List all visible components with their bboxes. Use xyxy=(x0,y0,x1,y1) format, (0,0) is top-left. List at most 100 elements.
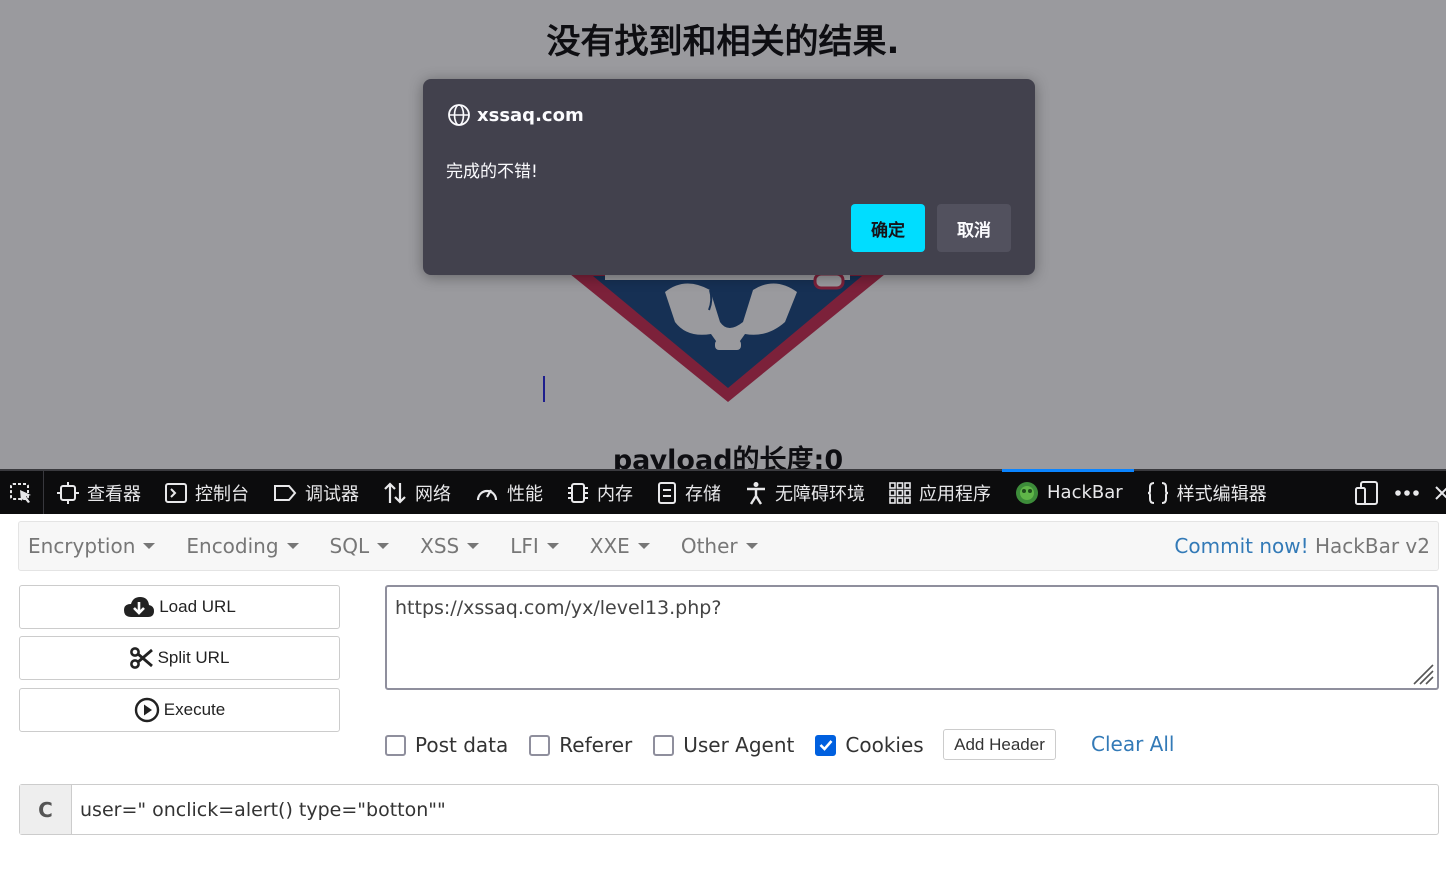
post-data-checkbox[interactable] xyxy=(385,734,406,756)
menu-lfi[interactable]: LFI xyxy=(501,534,568,558)
tab-label: 调试器 xyxy=(305,483,359,505)
user-agent-label: User Agent xyxy=(683,733,795,757)
tab-label: 控制台 xyxy=(195,483,249,505)
tab-label: 存储 xyxy=(685,483,721,505)
menu-xss[interactable]: XSS xyxy=(411,534,488,558)
tab-label: 应用程序 xyxy=(919,483,991,505)
application-icon xyxy=(889,481,911,504)
clear-all-link[interactable]: Clear All xyxy=(1091,732,1174,756)
menu-label: Encryption xyxy=(28,534,136,558)
hackbar-brand: Commit now! HackBar v2 xyxy=(1174,534,1430,558)
tab-label: 查看器 xyxy=(87,483,141,505)
close-devtools-icon[interactable] xyxy=(1434,483,1446,503)
menu-label: SQL xyxy=(329,534,370,558)
cancel-button[interactable]: 取消 xyxy=(937,204,1011,252)
tab-storage[interactable]: 存储 xyxy=(644,471,732,514)
cookie-value: user=" onclick=alert() type="botton"" xyxy=(80,798,446,821)
globe-icon xyxy=(448,104,470,126)
split-url-button[interactable]: Split URL xyxy=(19,636,340,680)
scissors-icon xyxy=(129,647,153,669)
menu-other[interactable]: Other xyxy=(672,534,767,558)
tab-hackbar[interactable]: HackBar xyxy=(1002,469,1134,514)
post-data-label: Post data xyxy=(415,733,509,757)
menu-encoding[interactable]: Encoding xyxy=(177,534,307,558)
performance-icon xyxy=(476,488,498,500)
alert-dialog: xssaq.com 完成的不错! 确定 取消 xyxy=(423,79,1035,275)
menu-encryption[interactable]: Encryption xyxy=(19,534,164,558)
debugger-icon xyxy=(274,484,297,501)
cookie-input[interactable]: user=" onclick=alert() type="botton"" xyxy=(72,785,1438,834)
caret-down-icon xyxy=(143,543,156,549)
element-picker-button[interactable] xyxy=(0,471,44,514)
tab-label: 性能 xyxy=(507,483,543,505)
tab-label: 无障碍环境 xyxy=(775,483,865,505)
storage-icon xyxy=(658,481,676,504)
web-page: 没有找到和相关的结果. payload的长度:0 xssaq.com 完成的不错… xyxy=(0,0,1446,469)
tab-network[interactable]: 网络 xyxy=(370,471,462,514)
tab-label: HackBar xyxy=(1047,482,1123,503)
accessibility-icon xyxy=(747,481,765,505)
tab-console[interactable]: 控制台 xyxy=(152,471,260,514)
tab-label: 网络 xyxy=(415,483,451,505)
devtools-right-controls xyxy=(1354,471,1446,514)
tab-performance[interactable]: 性能 xyxy=(462,471,554,514)
hackbar-menu-bar: Encryption Encoding SQL XSS LFI XXE Othe… xyxy=(18,521,1439,571)
cloud-download-icon xyxy=(124,597,155,617)
tab-inspector[interactable]: 查看器 xyxy=(44,471,152,514)
network-icon xyxy=(384,481,406,504)
responsive-design-icon[interactable] xyxy=(1354,480,1380,506)
caret-down-icon xyxy=(286,543,299,549)
menu-label: XSS xyxy=(420,534,460,558)
tab-debugger[interactable]: 调试器 xyxy=(260,471,370,514)
memory-icon xyxy=(568,482,588,503)
referer-checkbox[interactable] xyxy=(529,734,551,756)
inspector-icon xyxy=(57,481,79,504)
tab-label: 样式编辑器 xyxy=(1176,483,1267,505)
cookie-header-row: C user=" onclick=alert() type="botton"" xyxy=(19,784,1439,835)
more-options-icon[interactable] xyxy=(1394,488,1420,498)
devtools-toolbar: 查看器 控制台 调试器 网络 性能 内存 存储 无障碍环境 应用程序 HackB… xyxy=(0,469,1446,514)
hackbar-panel: Encryption Encoding SQL XSS LFI XXE Othe… xyxy=(0,514,1446,869)
cookies-option[interactable]: Cookies xyxy=(815,733,924,757)
url-value: https://xssaq.com/yx/level13.php? xyxy=(395,597,722,619)
menu-label: XXE xyxy=(589,534,630,558)
alert-message: 完成的不错! xyxy=(446,162,538,182)
cookies-label: Cookies xyxy=(845,733,924,757)
caret-down-icon xyxy=(377,543,390,549)
caret-down-icon xyxy=(467,543,480,549)
caret-down-icon xyxy=(637,543,650,549)
style-editor-icon xyxy=(1147,481,1168,504)
load-url-button[interactable]: Load URL xyxy=(19,585,340,629)
referer-option[interactable]: Referer xyxy=(529,733,632,757)
play-icon xyxy=(134,697,159,723)
caret-down-icon xyxy=(745,543,758,549)
referer-label: Referer xyxy=(559,733,633,757)
menu-xxe[interactable]: XXE xyxy=(581,534,659,558)
user-agent-option[interactable]: User Agent xyxy=(653,733,794,757)
alert-site: xssaq.com xyxy=(477,104,584,126)
url-textarea[interactable]: https://xssaq.com/yx/level13.php? xyxy=(385,585,1439,690)
user-agent-checkbox[interactable] xyxy=(653,734,675,756)
menu-label: LFI xyxy=(510,534,539,558)
add-header-button[interactable]: Add Header xyxy=(943,729,1056,760)
hackbar-version: HackBar v2 xyxy=(1315,534,1430,558)
hackbar-icon xyxy=(1016,481,1038,504)
menu-sql[interactable]: SQL xyxy=(321,534,399,558)
ok-button[interactable]: 确定 xyxy=(851,204,925,252)
tab-style-editor[interactable]: 样式编辑器 xyxy=(1134,471,1278,514)
tab-application[interactable]: 应用程序 xyxy=(876,471,1002,514)
caret-down-icon xyxy=(546,543,559,549)
commit-now-link[interactable]: Commit now! xyxy=(1174,534,1308,558)
request-options: Post data Referer User Agent Cookies xyxy=(385,729,945,761)
tab-memory[interactable]: 内存 xyxy=(554,471,644,514)
post-data-option[interactable]: Post data xyxy=(385,733,508,757)
tab-accessibility[interactable]: 无障碍环境 xyxy=(732,471,876,514)
split-url-label: Split URL xyxy=(157,648,230,667)
console-icon xyxy=(165,482,187,503)
alert-header: xssaq.com xyxy=(447,103,584,127)
cookie-row-label: C xyxy=(20,785,72,834)
resize-grip-icon[interactable] xyxy=(1412,663,1434,685)
cookies-checkbox[interactable] xyxy=(815,734,837,756)
tab-label: 内存 xyxy=(597,483,633,505)
execute-button[interactable]: Execute xyxy=(19,688,340,732)
